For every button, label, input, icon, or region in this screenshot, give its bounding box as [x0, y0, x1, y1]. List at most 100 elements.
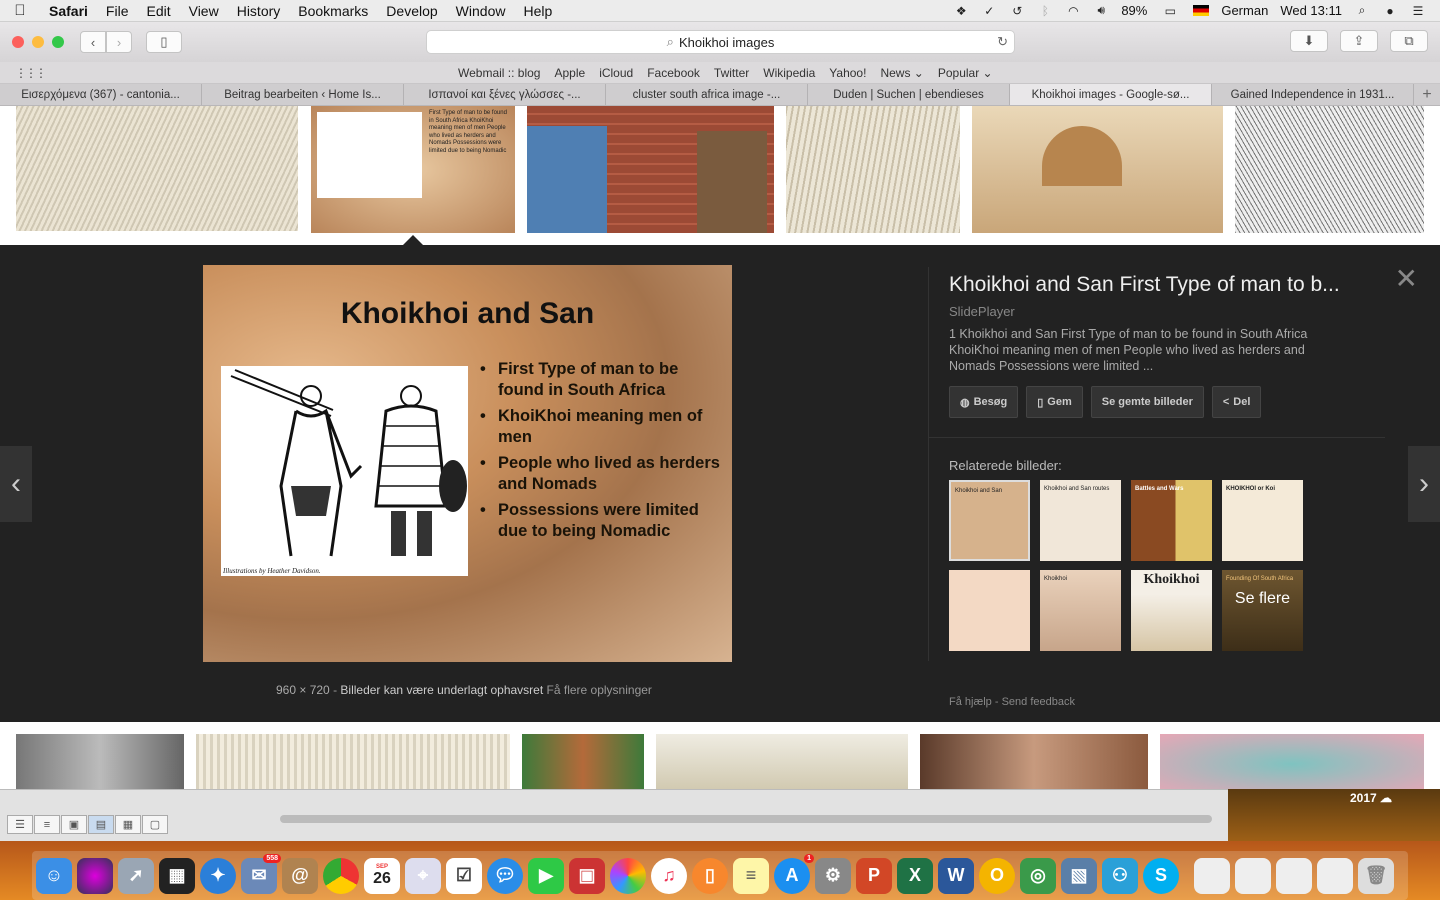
result-thumbnail[interactable]: [656, 734, 908, 790]
itunes-icon[interactable]: ♫: [651, 857, 687, 894]
mail-icon[interactable]: ✉ 558: [241, 853, 281, 894]
result-thumbnail-selected[interactable]: First Type of man to be found in South A…: [311, 106, 515, 233]
list-view-icon[interactable]: ☰: [7, 815, 33, 834]
favorite-yahoo[interactable]: Yahoo!: [822, 66, 873, 80]
calendar-icon[interactable]: SEP 26: [364, 857, 400, 894]
forward-button[interactable]: ›: [106, 31, 132, 53]
minimized-window-icon[interactable]: [1235, 857, 1271, 894]
menu-window[interactable]: Window: [447, 3, 515, 19]
favorite-wikipedia[interactable]: Wikipedia: [756, 66, 822, 80]
powerpoint-icon[interactable]: P: [856, 857, 892, 894]
clock[interactable]: Wed 13:11: [1280, 3, 1342, 18]
launchpad-icon[interactable]: ➚: [118, 857, 154, 894]
result-thumbnail[interactable]: [1160, 734, 1424, 790]
result-thumbnail[interactable]: [196, 734, 510, 790]
reload-icon[interactable]: ↻: [997, 34, 1008, 50]
menu-help[interactable]: Help: [514, 3, 561, 19]
time-machine-icon[interactable]: ↺: [1009, 4, 1025, 18]
menu-bookmarks[interactable]: Bookmarks: [289, 3, 377, 19]
close-window-button[interactable]: [12, 36, 24, 48]
fullscreen-view-icon[interactable]: ▢: [142, 815, 168, 834]
tab-cluster-south-africa[interactable]: cluster south africa image -...: [606, 84, 808, 105]
photos-icon[interactable]: [610, 857, 646, 894]
favorite-apple[interactable]: Apple: [547, 66, 592, 80]
spotlight-search-icon[interactable]: ⌕: [1354, 3, 1370, 18]
skype-icon[interactable]: S: [1143, 857, 1179, 894]
document-view-icon[interactable]: ▦: [115, 815, 141, 834]
related-image[interactable]: [949, 570, 1030, 651]
favorite-webmail[interactable]: Webmail :: blog: [451, 66, 547, 80]
checkmark-status-icon[interactable]: ✓: [981, 4, 997, 18]
safari-icon[interactable]: ✦: [200, 857, 236, 894]
save-button[interactable]: ▯ Gem: [1026, 386, 1083, 418]
next-image-button[interactable]: ›: [1408, 446, 1440, 522]
family-sharing-icon[interactable]: ⚇: [1102, 857, 1138, 894]
tab-spanish-languages[interactable]: Ισπανοί και ξένες γλώσσες -...: [404, 84, 606, 105]
app-store-icon[interactable]: A1: [774, 853, 814, 894]
top-sites-grid-icon[interactable]: ⋮⋮⋮: [15, 66, 47, 80]
notes-icon[interactable]: ≡: [733, 857, 769, 894]
result-thumbnail[interactable]: [16, 106, 298, 231]
result-thumbnail[interactable]: [972, 106, 1223, 233]
reminders-icon[interactable]: ☑: [446, 857, 482, 894]
new-tab-button[interactable]: +: [1414, 84, 1440, 105]
sidebar-toggle-button[interactable]: ▯: [146, 31, 182, 53]
downloads-button[interactable]: ⬇: [1290, 30, 1328, 52]
favorite-twitter[interactable]: Twitter: [707, 66, 756, 80]
network-utility-icon[interactable]: ◎: [1020, 857, 1056, 894]
result-title[interactable]: Khoikhoi and San First Type of man to b.…: [949, 273, 1340, 297]
tab-mail[interactable]: Εισερχόμενα (367) - cantonia...: [0, 84, 202, 105]
previous-image-button[interactable]: ‹: [0, 446, 32, 522]
related-image[interactable]: Khoikhoi and San: [949, 480, 1030, 561]
related-image[interactable]: Battles and Wars: [1131, 480, 1212, 561]
back-button[interactable]: ‹: [80, 31, 106, 53]
tab-blog-edit[interactable]: Beitrag bearbeiten ‹ Home Is...: [202, 84, 404, 105]
preview-image[interactable]: Khoikhoi and San Illustrations by Heathe…: [203, 265, 732, 662]
ibooks-icon[interactable]: ▯: [692, 857, 728, 894]
preview-icon[interactable]: ▧: [1061, 857, 1097, 894]
mission-control-icon[interactable]: ▦: [159, 857, 195, 894]
related-image[interactable]: Khoikhoi and San routes: [1040, 480, 1121, 561]
normal-view-icon[interactable]: ▤: [88, 815, 114, 834]
word-icon[interactable]: W: [938, 857, 974, 894]
menu-develop[interactable]: Develop: [377, 3, 446, 19]
minimized-word-doc-icon[interactable]: [1317, 857, 1353, 894]
messages-icon[interactable]: 💬︎: [487, 857, 523, 894]
minimize-window-button[interactable]: [32, 36, 44, 48]
result-thumbnail[interactable]: [522, 734, 644, 790]
thumbnail-view-icon[interactable]: ▣: [61, 815, 87, 834]
wifi-icon[interactable]: ◠: [1065, 4, 1081, 18]
contacts-icon[interactable]: @: [282, 857, 318, 894]
view-saved-button[interactable]: Se gemte billeder: [1090, 386, 1204, 418]
see-more-related-button[interactable]: Founding Of South Africa Se flere: [1222, 570, 1303, 651]
excel-icon[interactable]: X: [897, 857, 933, 894]
apple-menu-icon[interactable]: : [0, 2, 40, 19]
result-thumbnail[interactable]: [786, 106, 960, 233]
close-preview-icon[interactable]: ✕: [1395, 265, 1418, 293]
result-thumbnail[interactable]: [16, 734, 184, 790]
minimized-window-icon[interactable]: [1194, 857, 1230, 894]
result-source[interactable]: SlidePlayer: [949, 304, 1015, 319]
finder-icon[interactable]: ☺: [36, 857, 72, 894]
outlook-icon[interactable]: O: [979, 857, 1015, 894]
visit-button[interactable]: ◍ Besøg: [949, 386, 1019, 418]
result-thumbnail[interactable]: [527, 106, 774, 233]
related-image[interactable]: Khoikhoi: [1131, 570, 1212, 651]
tab-khoikhoi-images[interactable]: Khoikhoi images - Google-sø...: [1010, 84, 1212, 105]
battery-icon[interactable]: ▭: [1159, 4, 1181, 18]
menu-edit[interactable]: Edit: [137, 3, 179, 19]
tab-overview-button[interactable]: ⧉: [1390, 30, 1428, 52]
share-button[interactable]: ⇪: [1340, 30, 1378, 52]
related-image[interactable]: Khoikhoi: [1040, 570, 1121, 651]
favorite-facebook[interactable]: Facebook: [640, 66, 707, 80]
facetime-icon[interactable]: ▶: [528, 857, 564, 894]
related-image[interactable]: KHOIKHOI or Koi: [1222, 480, 1303, 561]
chrome-icon[interactable]: [323, 857, 359, 894]
volume-icon[interactable]: 🔊︎: [1093, 3, 1109, 18]
tab-independence-1931[interactable]: Gained Independence in 1931...: [1212, 84, 1414, 105]
photo-booth-icon[interactable]: ▣: [569, 857, 605, 894]
menu-history[interactable]: History: [228, 3, 290, 19]
trash-icon[interactable]: 🗑︎: [1358, 857, 1394, 894]
menu-view[interactable]: View: [180, 3, 228, 19]
result-thumbnail[interactable]: [920, 734, 1148, 790]
